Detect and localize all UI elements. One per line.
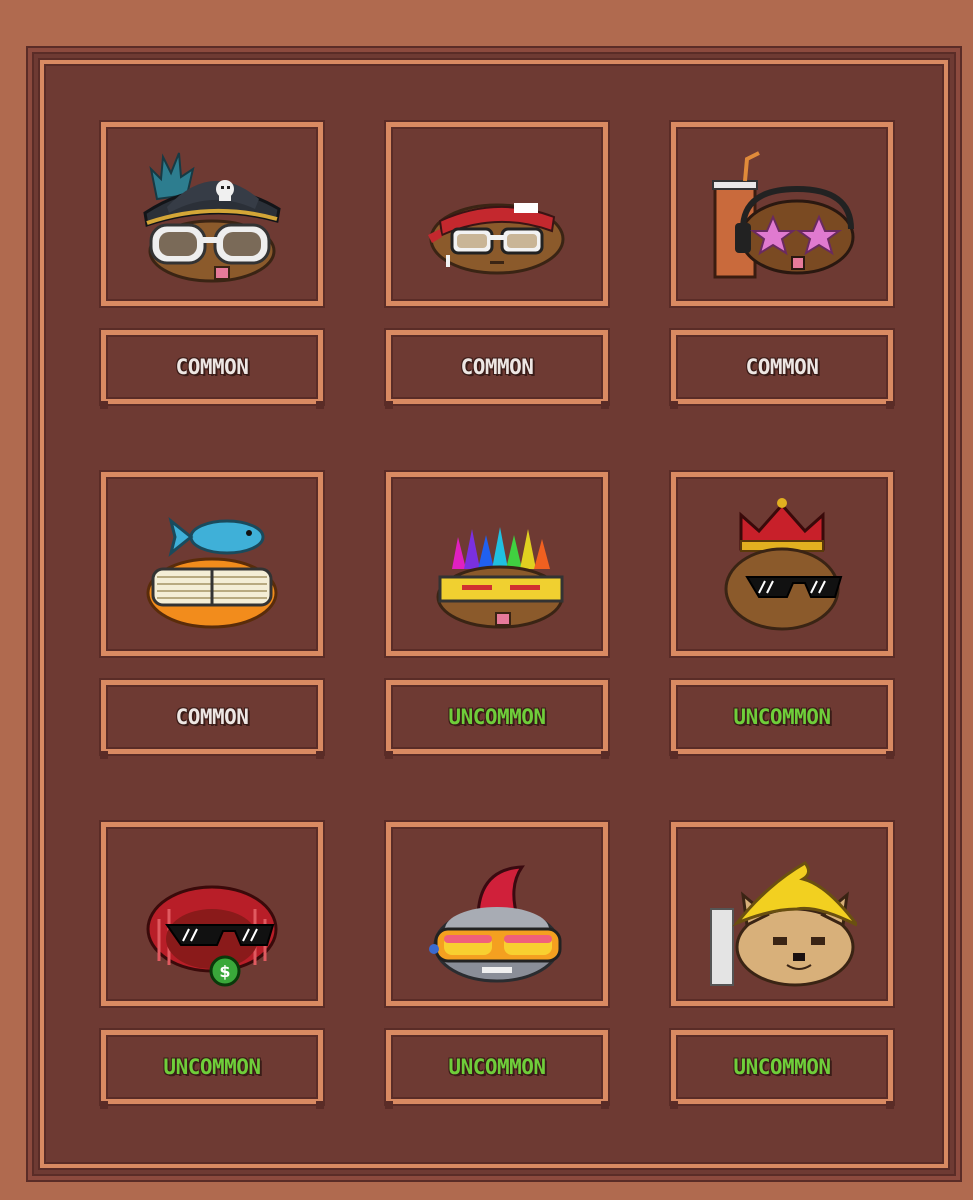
item-portrait-frame xyxy=(671,122,893,306)
item-portrait-frame: $ xyxy=(101,822,323,1006)
rarity-label: UNCOMMON xyxy=(733,705,831,729)
rarity-plate: UNCOMMON xyxy=(385,1030,609,1109)
pirate-potato-icon xyxy=(143,152,281,283)
item-card-doge-banana-potato[interactable]: UNCOMMON xyxy=(670,822,894,1122)
rarity-plate: COMMON xyxy=(100,680,324,759)
rainbow-hair-potato-icon xyxy=(436,527,564,629)
fish-potato-icon xyxy=(146,517,278,629)
item-portrait-frame xyxy=(386,122,608,306)
item-portrait-frame xyxy=(671,822,893,1006)
item-portrait-frame xyxy=(386,822,608,1006)
rarity-label: UNCOMMON xyxy=(448,705,546,729)
item-card-headphones-potato[interactable]: COMMON xyxy=(670,122,894,422)
rarity-label: UNCOMMON xyxy=(733,1055,831,1079)
item-card-crown-potato[interactable]: UNCOMMON xyxy=(670,472,894,772)
rarity-label: UNCOMMON xyxy=(163,1055,261,1079)
item-portrait-frame xyxy=(101,472,323,656)
rarity-plate: UNCOMMON xyxy=(385,680,609,759)
item-card-dreadlocks-potato[interactable]: $ UNCOMMON xyxy=(100,822,324,1122)
mohawk-potato-icon xyxy=(429,865,562,983)
rarity-plate: UNCOMMON xyxy=(670,680,894,759)
dreadlocks-potato-icon: $ xyxy=(146,885,278,987)
headphones-potato-icon xyxy=(712,151,855,279)
item-portrait-frame xyxy=(386,472,608,656)
item-card-mohawk-potato[interactable]: UNCOMMON xyxy=(385,822,609,1122)
rarity-plate: UNCOMMON xyxy=(670,1030,894,1109)
rarity-label: UNCOMMON xyxy=(448,1055,546,1079)
rarity-plate: COMMON xyxy=(385,330,609,409)
rarity-plate: COMMON xyxy=(100,330,324,409)
crown-potato-icon xyxy=(724,498,843,631)
item-card-pirate-potato[interactable]: COMMON xyxy=(100,122,324,422)
bandana-potato-icon xyxy=(428,203,565,275)
item-card-fish-potato[interactable]: COMMON xyxy=(100,472,324,772)
rarity-label: COMMON xyxy=(175,355,249,379)
item-portrait-frame xyxy=(671,472,893,656)
item-card-rainbow-hair-potato[interactable]: UNCOMMON xyxy=(385,472,609,772)
rarity-label: COMMON xyxy=(745,355,819,379)
rarity-label: COMMON xyxy=(175,705,249,729)
svg-text:$: $ xyxy=(219,962,230,981)
rarity-plate: COMMON xyxy=(670,330,894,409)
rarity-plate: UNCOMMON xyxy=(100,1030,324,1109)
item-card-bandana-potato[interactable]: COMMON xyxy=(385,122,609,422)
rarity-label: COMMON xyxy=(460,355,534,379)
doge-banana-potato-icon xyxy=(710,861,857,987)
item-portrait-frame xyxy=(101,122,323,306)
